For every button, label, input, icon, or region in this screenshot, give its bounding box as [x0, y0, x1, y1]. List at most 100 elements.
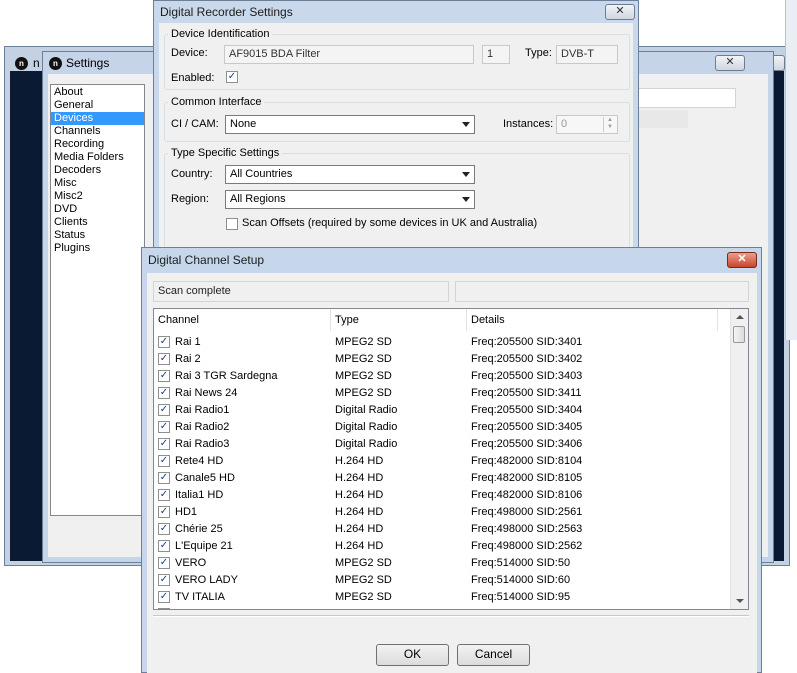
- channel-name: TV ITALIA: [175, 591, 225, 603]
- channel-details: Freq:205500 SID:3411: [471, 387, 582, 399]
- channel-row[interactable]: ✓ Rai Radio1 Digital Radio Freq:205500 SID:…: [154, 402, 730, 419]
- channel-setup-close-button[interactable]: ✕: [727, 252, 757, 268]
- channel-row[interactable]: ✓ Rete4 HD H.264 HD Freq:482000 SID:8104: [154, 453, 730, 470]
- channel-name: VERO: [175, 557, 207, 569]
- channel-details: Freq:205500 SID:3404: [471, 404, 583, 416]
- nav-item-plugins[interactable]: Plugins: [51, 242, 144, 255]
- column-header-details[interactable]: Details: [467, 309, 718, 331]
- column-header-type[interactable]: Type: [331, 309, 467, 331]
- channel-type: MPEG2 SD: [335, 370, 392, 382]
- channel-row[interactable]: ✓ TV ITALIA MPEG2 SD Freq:514000 SID:95: [154, 589, 730, 606]
- channel-checkbox[interactable]: ✓: [158, 455, 170, 467]
- nav-item-clients[interactable]: Clients: [51, 216, 144, 229]
- channel-checkbox[interactable]: ✓: [158, 387, 170, 399]
- channel-row[interactable]: ✓ Rai 2 MPEG2 SD Freq:205500 SID:3402: [154, 351, 730, 368]
- vertical-scrollbar[interactable]: [730, 309, 748, 609]
- channel-row[interactable]: ✓ L'Equipe 21 H.264 HD Freq:498000 SID:2562: [154, 538, 730, 555]
- channel-row[interactable]: ✓ VERO LADY MPEG2 SD Freq:514000 SID:60: [154, 572, 730, 589]
- channel-type: H.264 HD: [335, 506, 384, 518]
- channel-checkbox[interactable]: ✓: [158, 438, 170, 450]
- nav-item-status[interactable]: Status: [51, 229, 144, 242]
- enabled-checkbox[interactable]: ✓: [226, 71, 238, 83]
- channel-setup-body: Scan complete Channel Type Details ✓ Rai …: [147, 273, 757, 673]
- channel-list[interactable]: Channel Type Details ✓ Rai 1 MPEG2 SD Freq:…: [153, 308, 749, 610]
- nav-item-devices[interactable]: Devices: [51, 112, 144, 125]
- scroll-down-icon[interactable]: [736, 599, 744, 603]
- settings-close-button[interactable]: ✕: [715, 55, 745, 71]
- channel-row[interactable]: ✓ Canale5 HD H.264 HD Freq:482000 SID:8105: [154, 470, 730, 487]
- channel-checkbox[interactable]: ✓: [158, 489, 170, 501]
- region-select[interactable]: All Regions: [225, 190, 475, 209]
- country-select[interactable]: All Countries: [225, 165, 475, 184]
- channel-row[interactable]: ✓ Chérie 25 H.264 HD Freq:498000 SID:2563: [154, 521, 730, 538]
- channel-row[interactable]: ✓ Rai 3 TGR Sardegna MPEG2 SD Freq:205500 S…: [154, 368, 730, 385]
- channel-details: Freq:498000 SID:2563: [471, 523, 583, 535]
- recorder-close-button[interactable]: ✕: [605, 4, 635, 20]
- country-label: Country:: [171, 168, 213, 180]
- region-value: All Regions: [230, 193, 286, 205]
- channel-row[interactable]: ✓ HD1 H.264 HD Freq:498000 SID:2561: [154, 504, 730, 521]
- nav-item-media-folders[interactable]: Media Folders: [51, 151, 144, 164]
- channel-checkbox[interactable]: ✓: [158, 591, 170, 603]
- scroll-thumb[interactable]: [733, 326, 745, 343]
- channel-row[interactable]: ✓ VERO MPEG2 SD Freq:514000 SID:50: [154, 555, 730, 572]
- ok-button[interactable]: OK: [376, 644, 449, 666]
- channel-checkbox[interactable]: ✓: [158, 353, 170, 365]
- channel-row[interactable]: ✓ MTV MUSIC MPEG2 SD Freq:514000 SID:130: [154, 606, 730, 609]
- spinner-arrows-icon[interactable]: ▲ ▼: [603, 117, 616, 132]
- channel-details: Freq:482000 SID:8105: [471, 472, 583, 484]
- channel-checkbox[interactable]: ✓: [158, 523, 170, 535]
- column-header-channel[interactable]: Channel: [154, 309, 331, 331]
- channel-type: MPEG2 SD: [335, 353, 392, 365]
- nav-item-general[interactable]: General: [51, 99, 144, 112]
- type-specific-label: Type Specific Settings: [168, 147, 283, 159]
- channel-type: MPEG2 SD: [335, 387, 392, 399]
- channel-checkbox[interactable]: ✓: [158, 472, 170, 484]
- ci-cam-value: None: [230, 118, 257, 130]
- channel-checkbox[interactable]: ✓: [158, 506, 170, 518]
- channel-type: MPEG2 SD: [335, 336, 392, 348]
- device-index-field: 1: [482, 45, 510, 64]
- channel-type: H.264 HD: [335, 540, 384, 552]
- settings-nav-list: About General Devices Channels Recording Medi…: [50, 84, 145, 516]
- channel-checkbox[interactable]: ✓: [158, 574, 170, 586]
- scan-offsets-label: Scan Offsets (required by some devices i…: [242, 217, 538, 229]
- channel-type: H.264 HD: [335, 472, 384, 484]
- channel-checkbox[interactable]: ✓: [158, 336, 170, 348]
- channel-checkbox[interactable]: ✓: [158, 557, 170, 569]
- nav-item-decoders[interactable]: Decoders: [51, 164, 144, 177]
- chevron-down-icon: [462, 197, 470, 202]
- scroll-up-icon[interactable]: [736, 315, 744, 319]
- enabled-label: Enabled:: [171, 72, 215, 84]
- channel-checkbox[interactable]: ✓: [158, 370, 170, 382]
- cancel-button[interactable]: Cancel: [457, 644, 530, 666]
- nav-item-dvd[interactable]: DVD: [51, 203, 144, 216]
- channel-details: Freq:514000 SID:50: [471, 557, 571, 569]
- channel-checkbox[interactable]: ✓: [158, 540, 170, 552]
- nav-item-misc2[interactable]: Misc2: [51, 190, 144, 203]
- channel-row[interactable]: ✓ Rai News 24 MPEG2 SD Freq:205500 SID:3411: [154, 385, 730, 402]
- channel-checkbox[interactable]: ✓: [158, 404, 170, 416]
- ci-cam-select[interactable]: None: [225, 115, 475, 134]
- channel-checkbox[interactable]: ✓: [158, 421, 170, 433]
- country-value: All Countries: [230, 168, 293, 180]
- channel-type: H.264 HD: [335, 489, 384, 501]
- channel-checkbox[interactable]: ✓: [158, 608, 170, 609]
- scan-offsets-checkbox[interactable]: [226, 218, 238, 230]
- nav-item-misc[interactable]: Misc: [51, 177, 144, 190]
- channel-details: Freq:205500 SID:3401: [471, 336, 583, 348]
- device-identification-label: Device Identification: [168, 28, 273, 40]
- channel-row[interactable]: ✓ Rai 1 MPEG2 SD Freq:205500 SID:3401: [154, 334, 730, 351]
- channel-row[interactable]: ✓ Rai Radio3 Digital Radio Freq:205500 SID:…: [154, 436, 730, 453]
- channel-row[interactable]: ✓ Italia1 HD H.264 HD Freq:482000 SID:8106: [154, 487, 730, 504]
- settings-right-header: [638, 88, 736, 108]
- nav-item-channels[interactable]: Channels: [51, 125, 144, 138]
- nav-item-recording[interactable]: Recording: [51, 138, 144, 151]
- channel-details: Freq:482000 SID:8106: [471, 489, 583, 501]
- channel-row[interactable]: ✓ Rai Radio2 Digital Radio Freq:205500 SID:…: [154, 419, 730, 436]
- channel-name: Rai Radio3: [175, 438, 230, 450]
- settings-app-icon: n: [49, 57, 62, 70]
- nav-item-about[interactable]: About: [51, 86, 144, 99]
- instances-spinner[interactable]: 0 ▲ ▼: [556, 115, 618, 134]
- recorder-body: Device Identification Device: AF9015 BDA…: [159, 23, 633, 253]
